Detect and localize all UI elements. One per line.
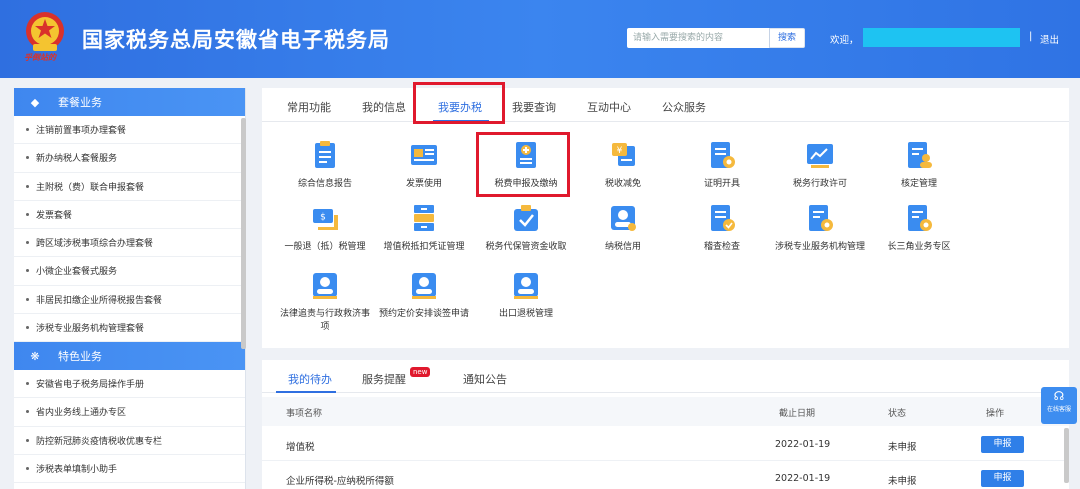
func-export-refund[interactable]: 出口退税管理 — [476, 270, 576, 321]
func-agency-mgmt[interactable]: 涉税专业服务机构管理 — [770, 203, 870, 254]
person-doc-icon — [908, 142, 932, 168]
sidebar-item[interactable]: 防控新冠肺炎疫情税收优惠专栏 — [14, 427, 245, 455]
func-refund[interactable]: $ 一般退（抵）税管理 — [275, 203, 375, 254]
online-service-label: 在线客服 — [1046, 406, 1071, 413]
signature-logo: 乎倒站的 — [24, 53, 56, 62]
welcome-text: 欢迎， — [830, 35, 859, 46]
col-status: 状态 — [888, 409, 907, 419]
row-status: 未申报 — [888, 442, 917, 453]
check-shield-icon — [514, 205, 538, 231]
todo-scrollbar[interactable] — [1064, 428, 1069, 483]
invoice-icon — [411, 145, 437, 165]
online-service-button[interactable]: ☊ 在线客服 — [1041, 387, 1077, 424]
col-action: 操作 — [986, 409, 1005, 419]
highlight-box-function — [476, 132, 570, 197]
func-assessment-mgmt[interactable]: 核定管理 — [869, 140, 969, 191]
row-deadline: 2022-01-19 — [775, 439, 831, 450]
headset-icon: ☊ — [1053, 389, 1065, 403]
declare-button[interactable]: 申报 — [981, 470, 1024, 487]
chart-board-icon — [807, 144, 833, 168]
sidebar-section-title: 特色业务 — [58, 350, 102, 363]
logout-link[interactable]: 退出 — [1040, 32, 1059, 46]
todo-panel: 我的待办 服务提醒 new 通知公告 事项名称 截止日期 状态 操作 增值税 2… — [262, 360, 1069, 489]
sidebar-section-title: 套餐业务 — [58, 96, 102, 109]
sidebar-item[interactable]: 省内业务线上通办专区 — [14, 398, 245, 427]
func-invoice[interactable]: 发票使用 — [374, 140, 474, 191]
func-certificate[interactable]: 证明开具 — [672, 140, 772, 191]
sidebar-section-special[interactable]: ❋ 特色业务 — [14, 342, 245, 370]
user-star-icon — [611, 206, 636, 231]
func-inspection[interactable]: 稽查检查 — [672, 203, 772, 254]
username-redacted — [863, 28, 1020, 47]
sidebar-section-package[interactable]: ◆ 套餐业务 — [14, 88, 245, 116]
tab-my-info[interactable]: 我的信息 — [362, 99, 406, 115]
sidebar-item[interactable]: 非居民扣缴企业所得税报告套餐 — [14, 286, 245, 314]
sidebar-item[interactable]: 新办纳税人套餐服务 — [14, 144, 245, 173]
user-card-icon — [514, 273, 538, 299]
user-card-icon — [313, 273, 337, 299]
row-status: 未申报 — [888, 476, 917, 487]
tab-public-service[interactable]: 公众服务 — [662, 99, 706, 115]
tab-notice[interactable]: 通知公告 — [463, 371, 507, 387]
sidebar-item[interactable]: 注销前置事项办理套餐 — [14, 116, 245, 145]
tax-emblem-icon — [26, 12, 64, 51]
func-apa-application[interactable]: 预约定价安排谈签申请 — [374, 270, 474, 321]
row-deadline: 2022-01-19 — [775, 473, 831, 484]
sidebar: ◆ 套餐业务 注销前置事项办理套餐 新办纳税人套餐服务 主附税（费）联合申报套餐… — [14, 88, 246, 489]
table-row: 企业所得税-应纳税所得额 2022-01-19 未申报 申报 — [262, 461, 1069, 489]
func-custody-funds[interactable]: 税务代保管资金收取 — [476, 203, 576, 254]
todo-tabs: 我的待办 服务提醒 new 通知公告 — [262, 360, 1069, 393]
doc-gear-icon — [809, 205, 833, 231]
table-header: 事项名称 截止日期 状态 操作 — [262, 397, 1069, 426]
doc-gear-icon — [908, 205, 932, 231]
table-row: 增值税 2022-01-19 未申报 申报 — [262, 427, 1069, 461]
site-title: 国家税务总局安徽省电子税务局 — [82, 28, 390, 52]
header-separator: | — [1029, 31, 1033, 42]
function-panel: 常用功能 我的信息 我要办税 我要查询 互动中心 公众服务 综合信息报告 发票使… — [262, 88, 1069, 348]
tab-my-todo[interactable]: 我的待办 — [288, 371, 332, 387]
cabinet-icon — [414, 205, 434, 231]
clipboard-icon — [315, 141, 335, 168]
sidebar-item[interactable]: 主附税（费）联合申报套餐 — [14, 173, 245, 201]
grid-icon: ❋ — [30, 349, 40, 363]
svg-text:¥: ¥ — [617, 146, 623, 156]
sidebar-item[interactable]: 涉税表单填制小助手 — [14, 455, 245, 483]
tab-interaction[interactable]: 互动中心 — [587, 99, 631, 115]
cube-icon: ◆ — [30, 95, 40, 109]
row-name: 企业所得税-应纳税所得额 — [286, 476, 394, 487]
active-tab-indicator — [276, 391, 336, 393]
func-tax-relief[interactable]: ¥ 税收减免 — [573, 140, 673, 191]
sidebar-item[interactable]: 涉税专业服务机构管理套餐 — [14, 314, 245, 342]
func-admin-license[interactable]: 税务行政许可 — [770, 140, 870, 191]
svg-text:$: $ — [320, 213, 326, 223]
sidebar-item[interactable]: 小微企业套餐式服务 — [14, 257, 245, 286]
highlight-box-tab — [413, 82, 505, 124]
sidebar-scrollbar[interactable] — [241, 118, 246, 349]
sidebar-item[interactable]: 安徽省电子税务局操作手册 — [14, 370, 245, 399]
tab-common[interactable]: 常用功能 — [287, 99, 331, 115]
yuan-stack-icon: ¥ — [612, 143, 635, 166]
func-legal-remedy[interactable]: 法律追责与行政救济事项 — [275, 270, 375, 334]
func-tax-credit[interactable]: 纳税信用 — [573, 203, 673, 254]
func-info-report[interactable]: 综合信息报告 — [275, 140, 375, 191]
col-deadline: 截止日期 — [779, 409, 816, 419]
row-name: 增值税 — [286, 442, 315, 453]
sidebar-item[interactable]: 跨区域涉税事项综合办理套餐 — [14, 229, 245, 258]
func-vat-deduction[interactable]: 增值税抵扣凭证管理 — [374, 203, 474, 254]
doc-check-icon — [711, 205, 735, 231]
top-header: 乎倒站的 国家税务总局安徽省电子税务局 搜索 欢迎， | 退出 — [0, 0, 1080, 78]
tab-query[interactable]: 我要查询 — [512, 99, 556, 115]
tab-service-reminder[interactable]: 服务提醒 — [362, 371, 406, 387]
func-yangtze-delta[interactable]: 长三角业务专区 — [869, 203, 969, 254]
search-input[interactable] — [627, 28, 769, 48]
user-card-icon — [412, 273, 436, 299]
function-tabs: 常用功能 我的信息 我要办税 我要查询 互动中心 公众服务 — [262, 88, 1069, 122]
new-badge: new — [410, 367, 431, 377]
col-item-name: 事项名称 — [286, 409, 323, 419]
sidebar-item[interactable]: 发票套餐 — [14, 201, 245, 229]
search-button[interactable]: 搜索 — [769, 28, 805, 48]
certificate-icon — [711, 142, 735, 168]
declare-button[interactable]: 申报 — [981, 436, 1024, 453]
refund-icon: $ — [313, 209, 338, 230]
